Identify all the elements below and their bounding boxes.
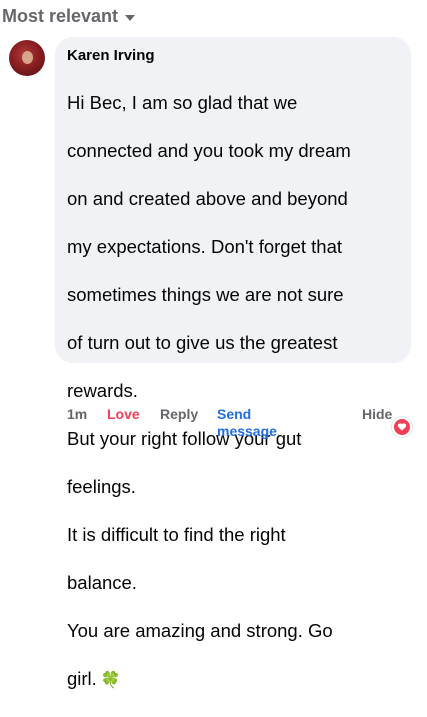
comment-line: balance.	[67, 572, 137, 593]
comment-author[interactable]: Karen Irving	[67, 47, 399, 65]
sort-dropdown[interactable]: Most relevant	[2, 6, 136, 27]
comment-line: sometimes things we are not sure	[67, 284, 344, 305]
sort-label: Most relevant	[2, 6, 119, 26]
comment-actions: 1m Love Reply Send message Hide	[67, 406, 412, 442]
send-message-line1: Send	[217, 406, 252, 422]
comment-text: Hi Bec, I am so glad that we connected a…	[67, 67, 399, 717]
comment-line: my expectations. Don't forget that	[67, 236, 343, 257]
comment-line: You are amazing and strong. Go	[67, 620, 333, 641]
comment-line: Hi Bec, I am so glad that we	[67, 92, 298, 113]
heart-glyph	[397, 423, 407, 431]
avatar-face	[22, 51, 33, 64]
send-message-button[interactable]: Send message	[217, 406, 287, 440]
send-message-line2: message	[217, 423, 277, 439]
comment-line: connected and you took my dream	[67, 140, 351, 161]
comment-line: It is difficult to find the right	[67, 524, 286, 545]
comment-line: on and created above and beyond	[67, 188, 348, 209]
hide-button[interactable]: Hide	[362, 406, 392, 423]
timestamp[interactable]: 1m	[67, 406, 87, 423]
comment-line-last: girl. 🍀	[67, 667, 399, 693]
clover-emoji: 🍀	[100, 672, 121, 689]
avatar[interactable]	[9, 40, 45, 76]
comment-line: feelings.	[67, 476, 136, 497]
reply-button[interactable]: Reply	[160, 406, 198, 423]
comment-bubble: Karen Irving Hi Bec, I am so glad that w…	[55, 37, 411, 689]
comment-line: rewards.	[67, 380, 138, 401]
chevron-down-icon	[125, 15, 136, 21]
comment-line: of turn out to give us the greatest	[67, 332, 338, 353]
heart-icon[interactable]	[392, 417, 412, 437]
comment-line: girl.	[67, 668, 97, 689]
love-button[interactable]: Love	[107, 406, 140, 423]
